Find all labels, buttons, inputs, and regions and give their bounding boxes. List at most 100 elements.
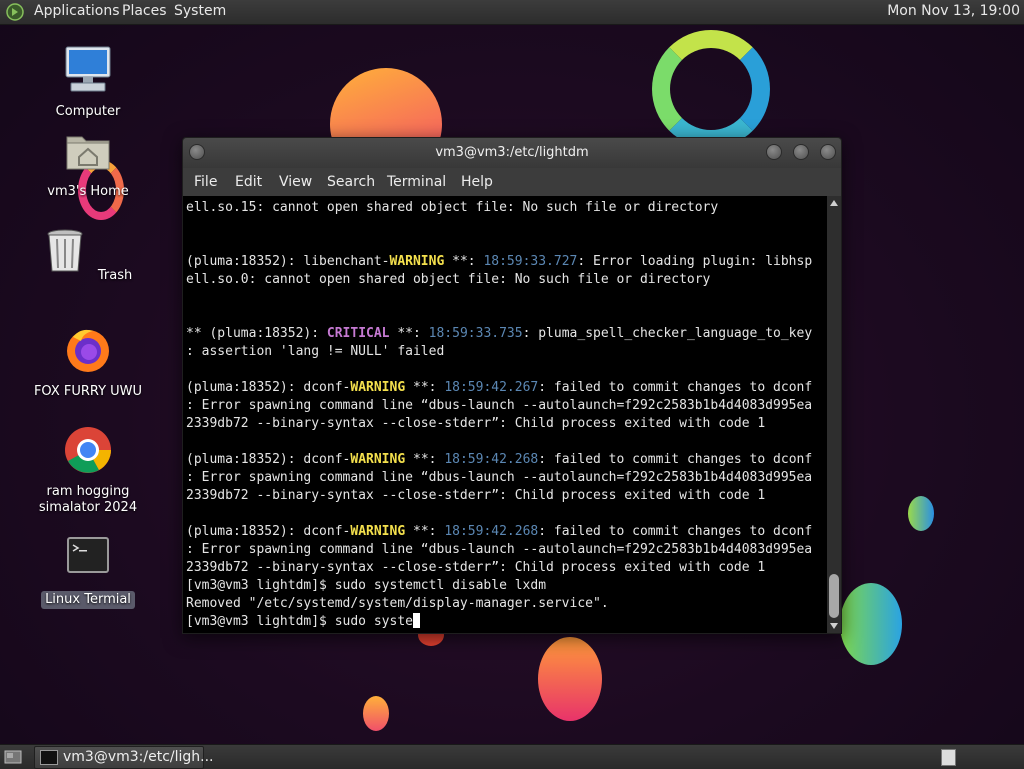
terminal-text-segment: ell.so.0: cannot open shared object file… xyxy=(186,272,711,287)
computer-icon xyxy=(65,46,111,92)
terminal-text-segment: ** (pluma:18352): xyxy=(186,326,327,341)
terminal-line: (pluma:18352): dconf-WARNING **: 18:59:4… xyxy=(186,451,812,469)
terminal-text-segment: **: xyxy=(444,254,484,269)
menu-edit[interactable]: Edit xyxy=(235,174,262,190)
wallpaper-pink-egg xyxy=(538,637,602,721)
applications-menu[interactable]: Applications xyxy=(34,3,120,19)
firefox-icon xyxy=(67,329,109,372)
terminal-text-segment: : failed to commit changes to dconf xyxy=(538,452,813,467)
desktop-icon-terminal[interactable]: Linux Termial xyxy=(28,533,148,609)
terminal-text-segment: **: xyxy=(405,380,445,395)
bottom-panel: vm3@vm3:/etc/ligh... xyxy=(0,744,1024,769)
terminal-text-segment: [vm3@vm3 lightdm]$ sudo syste xyxy=(186,614,413,629)
trash-icon xyxy=(47,229,83,272)
desktop-icon-label: FOX FURRY UWU xyxy=(33,384,143,399)
terminal-text-segment: (pluma:18352): dconf- xyxy=(186,452,351,467)
timestamp: 18:59:42.268 xyxy=(444,524,539,539)
terminal-scrollbar[interactable] xyxy=(827,196,841,633)
desktop-icon-label: Computer xyxy=(55,104,121,119)
scrollbar-thumb[interactable] xyxy=(829,574,839,618)
warning-label: WARNING xyxy=(350,452,406,467)
terminal-line: 2339db72 --binary-syntax --close-stderr”… xyxy=(186,559,812,577)
terminal-text-segment: **: xyxy=(389,326,429,341)
show-desktop-icon[interactable] xyxy=(4,749,22,765)
minimize-button[interactable] xyxy=(766,144,782,160)
clock[interactable]: Mon Nov 13, 19:00 xyxy=(887,3,1020,19)
terminal-output[interactable]: ell.so.15: cannot open shared object fil… xyxy=(183,196,827,633)
terminal-text-segment: ell.so.15: cannot open shared object fil… xyxy=(186,200,719,215)
desktop-icon-firefox[interactable]: FOX FURRY UWU xyxy=(28,325,148,401)
terminal-text: ell.so.15: cannot open shared object fil… xyxy=(186,199,812,631)
terminal-line: ** (pluma:18352): CRITICAL **: 18:59:33.… xyxy=(186,325,812,343)
terminal-text-segment: : Error spawning command line “dbus-laun… xyxy=(186,542,813,557)
terminal-line: [vm3@vm3 lightdm]$ sudo syste xyxy=(186,613,812,631)
terminal-menubar: File Edit View Search Terminal Help xyxy=(183,168,841,196)
desktop-icon-chrome[interactable]: ram hogging simalator 2024 xyxy=(28,425,148,517)
terminal-line: [vm3@vm3 lightdm]$ sudo systemctl disabl… xyxy=(186,577,812,595)
taskbar-terminal-button[interactable]: vm3@vm3:/etc/ligh... xyxy=(34,746,214,769)
terminal-text-segment: [vm3@vm3 lightdm]$ sudo systemctl disabl… xyxy=(186,578,547,593)
terminal-text-segment: : Error loading plugin: libhsp xyxy=(577,254,813,269)
warning-label: WARNING xyxy=(350,380,406,395)
wallpaper-gradient-ring xyxy=(652,30,770,148)
mate-logo-icon[interactable] xyxy=(6,3,24,21)
menu-file[interactable]: File xyxy=(194,174,217,190)
terminal-text-segment: 2339db72 --binary-syntax --close-stderr”… xyxy=(186,488,766,503)
close-button[interactable] xyxy=(820,144,836,160)
terminal-text-segment: : pluma_spell_checker_language_to_key xyxy=(522,326,813,341)
terminal-window[interactable]: vm3@vm3:/etc/lightdm File Edit View Sear… xyxy=(182,137,842,634)
terminal-text-segment: 2339db72 --binary-syntax --close-stderr”… xyxy=(186,560,766,575)
terminal-line: Removed "/etc/systemd/system/display-man… xyxy=(186,595,812,613)
terminal-text-segment: Removed "/etc/systemd/system/display-man… xyxy=(186,596,609,611)
terminal-line: (pluma:18352): dconf-WARNING **: 18:59:4… xyxy=(186,523,812,541)
menu-help[interactable]: Help xyxy=(461,174,493,190)
menu-view[interactable]: View xyxy=(279,174,312,190)
terminal-line: (pluma:18352): dconf-WARNING **: 18:59:4… xyxy=(186,379,812,397)
warning-label: WARNING xyxy=(389,254,445,269)
window-titlebar[interactable]: vm3@vm3:/etc/lightdm xyxy=(183,138,841,168)
terminal-line: : Error spawning command line “dbus-laun… xyxy=(186,469,812,487)
workspace-switcher[interactable] xyxy=(941,749,956,766)
terminal-icon xyxy=(67,537,109,573)
menu-terminal[interactable]: Terminal xyxy=(387,174,446,190)
text-cursor xyxy=(412,613,420,628)
terminal-text-segment: : failed to commit changes to dconf xyxy=(538,524,813,539)
wallpaper-green-blue-egg xyxy=(840,583,902,665)
home-folder-icon xyxy=(66,136,110,170)
terminal-text-segment: : failed to commit changes to dconf xyxy=(538,380,813,395)
desktop-icon-label: ram hogging simalator 2024 xyxy=(38,484,138,515)
terminal-text-segment: **: xyxy=(405,524,445,539)
terminal-line: ell.so.0: cannot open shared object file… xyxy=(186,271,812,289)
terminal-text-segment: : Error spawning command line “dbus-laun… xyxy=(186,398,813,413)
desktop-icon-label: Linux Termial xyxy=(41,591,135,609)
desktop-icon-computer[interactable]: Computer xyxy=(28,45,148,121)
critical-label: CRITICAL xyxy=(326,326,390,341)
desktop-icon-trash[interactable]: Trash xyxy=(28,225,148,285)
wallpaper-small-egg xyxy=(908,496,934,531)
system-menu[interactable]: System xyxy=(174,3,226,19)
terminal-text-segment: (pluma:18352): dconf- xyxy=(186,380,351,395)
terminal-text-segment: **: xyxy=(405,452,445,467)
menu-search[interactable]: Search xyxy=(327,174,375,190)
terminal-text-segment: (pluma:18352): libenchant- xyxy=(186,254,390,269)
maximize-button[interactable] xyxy=(793,144,809,160)
desktop-icon-home[interactable]: vm3's Home xyxy=(28,125,148,201)
scroll-up-arrow-icon[interactable] xyxy=(830,200,838,206)
scroll-down-arrow-icon[interactable] xyxy=(830,623,838,629)
top-panel: Applications Places System Mon Nov 13, 1… xyxy=(0,0,1024,25)
terminal-line: : assertion 'lang != NULL' failed xyxy=(186,343,812,361)
places-menu[interactable]: Places xyxy=(122,3,167,19)
wallpaper-tiny-egg xyxy=(363,696,389,731)
terminal-task-icon xyxy=(40,750,58,765)
terminal-line: ell.so.15: cannot open shared object fil… xyxy=(186,199,812,217)
timestamp: 18:59:33.727 xyxy=(483,254,578,269)
terminal-text-segment: 2339db72 --binary-syntax --close-stderr”… xyxy=(186,416,766,431)
terminal-line: : Error spawning command line “dbus-laun… xyxy=(186,397,812,415)
terminal-text-segment: : Error spawning command line “dbus-laun… xyxy=(186,470,813,485)
